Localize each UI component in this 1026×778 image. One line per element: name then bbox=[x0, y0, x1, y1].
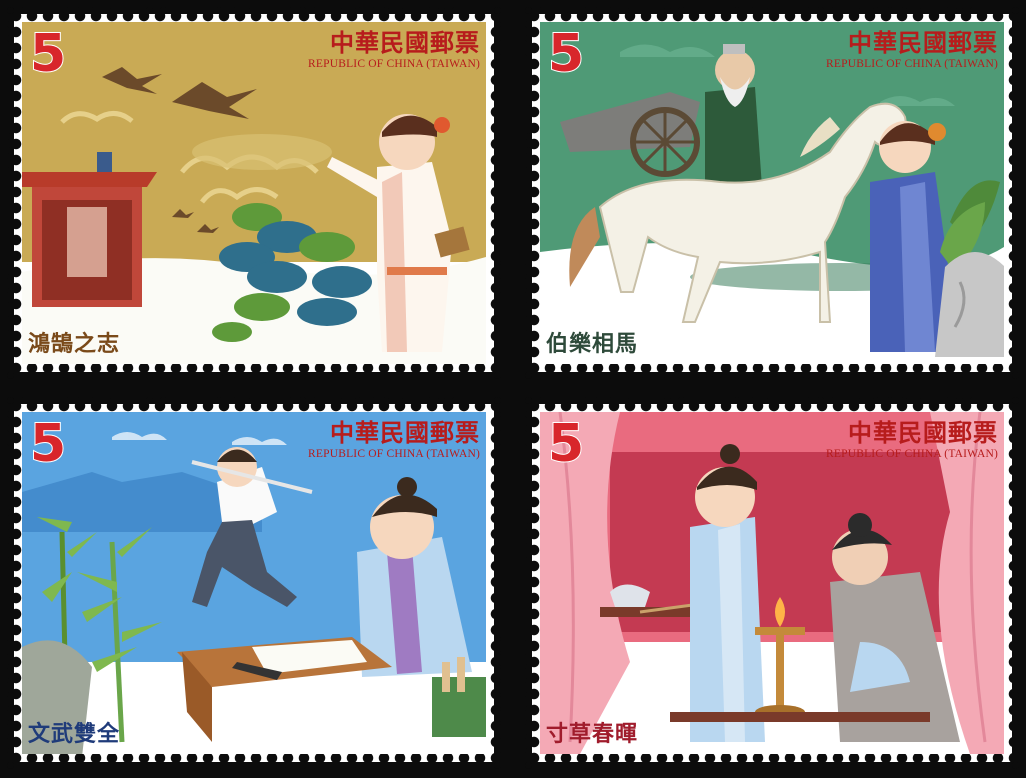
stamp-geese: 5 中華民國郵票 REPUBLIC OF CHINA (TAIWAN) 鴻鵠之志 bbox=[7, 7, 501, 379]
stamp-title: 伯樂相馬 bbox=[546, 331, 639, 357]
stamp-horse: 5 中華民國郵票 REPUBLIC OF CHINA (TAIWAN) 伯樂相馬 bbox=[525, 7, 1019, 379]
country-name-chinese: 中華民國郵票 bbox=[330, 28, 480, 57]
mother-son-scene bbox=[540, 412, 1004, 754]
denomination: 5 bbox=[29, 414, 67, 474]
country-name-english: REPUBLIC OF CHINA (TAIWAN) bbox=[308, 448, 480, 461]
pavilion bbox=[22, 152, 157, 307]
stamp-artwork bbox=[22, 22, 486, 364]
country-name-english: REPUBLIC OF CHINA (TAIWAN) bbox=[826, 58, 998, 71]
horse-scene bbox=[540, 22, 1004, 364]
country-name-chinese: 中華民國郵票 bbox=[848, 418, 998, 447]
country-name-chinese: 中華民國郵票 bbox=[848, 28, 998, 57]
country-label: 中華民國郵票 REPUBLIC OF CHINA (TAIWAN) bbox=[308, 418, 480, 461]
country-name-chinese: 中華民國郵票 bbox=[330, 418, 480, 447]
denomination: 5 bbox=[547, 414, 585, 474]
denomination: 5 bbox=[547, 24, 585, 84]
stamp-scholar-warrior: 5 中華民國郵票 REPUBLIC OF CHINA (TAIWAN) 文武雙全 bbox=[7, 397, 501, 769]
country-label: 中華民國郵票 REPUBLIC OF CHINA (TAIWAN) bbox=[826, 28, 998, 71]
stamp-title: 鴻鵠之志 bbox=[28, 331, 121, 357]
country-name-english: REPUBLIC OF CHINA (TAIWAN) bbox=[308, 58, 480, 71]
country-label: 中華民國郵票 REPUBLIC OF CHINA (TAIWAN) bbox=[826, 418, 998, 461]
country-name-english: REPUBLIC OF CHINA (TAIWAN) bbox=[826, 448, 998, 461]
stamp-title: 文武雙全 bbox=[28, 721, 121, 747]
stamp-title: 寸草春暉 bbox=[546, 721, 639, 747]
stamp-artwork bbox=[540, 22, 1004, 364]
country-label: 中華民國郵票 REPUBLIC OF CHINA (TAIWAN) bbox=[308, 28, 480, 71]
geese-scene bbox=[22, 22, 486, 364]
stamp-mother-son: 5 中華民國郵票 REPUBLIC OF CHINA (TAIWAN) 寸草春暉 bbox=[525, 397, 1019, 769]
denomination: 5 bbox=[29, 24, 67, 84]
stamp-artwork bbox=[22, 412, 486, 754]
stamp-artwork bbox=[540, 412, 1004, 754]
son-figure bbox=[690, 444, 765, 742]
scholar-warrior-scene bbox=[22, 412, 486, 754]
